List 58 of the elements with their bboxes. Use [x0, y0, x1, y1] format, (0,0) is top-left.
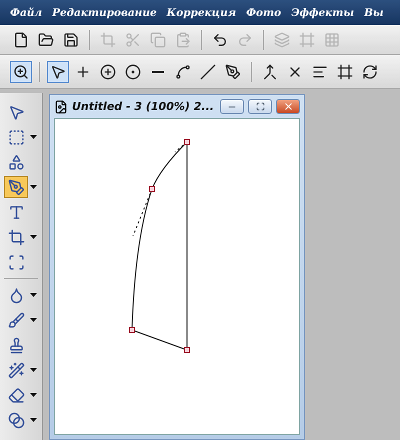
copy-icon: [150, 32, 166, 48]
crop-icon: [8, 228, 24, 246]
paste-icon: [175, 32, 191, 48]
redo-icon: [237, 32, 253, 48]
pointer-icon: [50, 64, 66, 80]
caret-icon[interactable]: [30, 135, 37, 139]
retouch-icon: [8, 362, 24, 378]
menu-item[interactable]: Вы: [364, 6, 384, 18]
caret-icon[interactable]: [30, 368, 37, 372]
minimize-button[interactable]: [220, 99, 244, 114]
close-icon: [282, 101, 294, 112]
document-icon: [54, 100, 68, 114]
pen-icon: [225, 64, 241, 80]
align-icon: [312, 64, 328, 80]
eraser-icon: [8, 386, 24, 404]
window-title: Untitled - 3 (100%) 2...: [72, 100, 215, 113]
menu-item[interactable]: Файл: [10, 6, 42, 18]
transform-icon: [8, 254, 24, 270]
maximize-button[interactable]: [248, 99, 272, 114]
curve-icon: [175, 64, 191, 80]
undo-icon: [212, 32, 228, 48]
menu-item[interactable]: Фото: [246, 6, 282, 18]
folder-icon: [38, 32, 54, 48]
menu-item[interactable]: Коррекция: [166, 6, 236, 18]
caret-icon[interactable]: [30, 418, 37, 422]
caret-icon[interactable]: [30, 318, 37, 322]
close-button[interactable]: [276, 99, 300, 114]
brush-icon: [8, 312, 24, 328]
minus-icon: [152, 70, 164, 72]
new-file-icon: [13, 32, 29, 48]
zoom-tool-button[interactable]: [10, 60, 32, 82]
marquee-icon: [8, 128, 24, 146]
layers-icon: [274, 32, 290, 48]
menu-item[interactable]: Эффекты: [291, 6, 354, 18]
shapes-icon: [8, 154, 24, 170]
pointer-tool-button[interactable]: [47, 60, 69, 82]
crop-icon: [100, 32, 116, 48]
pointer-icon: [8, 104, 24, 120]
scissors-icon: [125, 32, 141, 48]
line-icon: [200, 64, 216, 80]
text-icon: [8, 204, 24, 220]
refresh-icon: [362, 64, 378, 80]
plus-icon: [75, 64, 91, 80]
zoom-icon: [13, 64, 29, 80]
grid-icon: [324, 32, 340, 48]
stamp-icon: [8, 336, 24, 354]
node-add-icon: [100, 64, 116, 80]
path-tool-button[interactable]: [4, 176, 28, 198]
merge-icon: [262, 64, 278, 80]
caret-icon[interactable]: [30, 185, 37, 189]
caret-icon[interactable]: [30, 293, 37, 297]
maximize-icon: [256, 102, 264, 111]
save-icon: [63, 32, 79, 48]
caret-icon[interactable]: [30, 235, 37, 239]
menu-item[interactable]: Редактирование: [52, 6, 157, 18]
node-icon: [125, 64, 141, 80]
gradient-icon: [8, 412, 24, 428]
caret-icon[interactable]: [30, 393, 37, 397]
